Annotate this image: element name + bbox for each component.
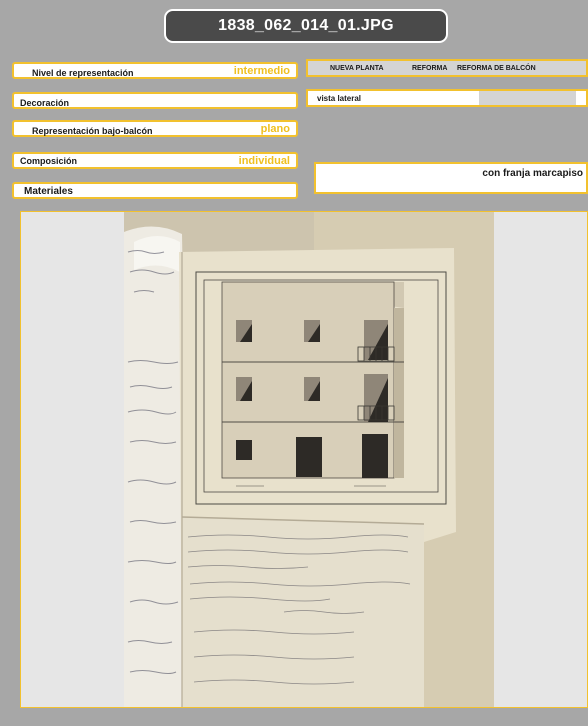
vista-field[interactable]: vista lateral	[306, 89, 588, 107]
franja-value: con franja marcapiso	[482, 168, 583, 179]
decoracion-field[interactable]: Decoración	[12, 92, 298, 109]
vista-value: vista lateral	[317, 94, 362, 103]
bajo-balcon-field[interactable]: Representación bajo-balcón plano	[12, 120, 298, 137]
nivel-representacion-value: intermedio	[233, 65, 290, 77]
composicion-label: Composición	[20, 156, 78, 166]
tab-reforma[interactable]: REFORMA	[412, 65, 447, 72]
facade-drawing	[124, 212, 494, 707]
composicion-field[interactable]: Composición individual	[12, 152, 298, 169]
franja-field[interactable]: con franja marcapiso	[314, 162, 588, 194]
filename-title: 1838_062_014_01.JPG	[164, 9, 448, 43]
tipo-obra-tabs: NUEVA PLANTA REFORMA REFORMA DE BALCÓN	[306, 59, 588, 77]
vista-end-box	[576, 91, 586, 105]
composicion-value: individual	[238, 155, 290, 167]
tab-nueva-planta[interactable]: NUEVA PLANTA	[330, 65, 384, 72]
nivel-representacion-label: Nivel de representación	[32, 68, 134, 78]
bajo-balcon-value: plano	[260, 123, 290, 135]
tab-reforma-balcon[interactable]: REFORMA DE BALCÓN	[457, 65, 536, 72]
materiales-label: Materiales	[24, 186, 73, 197]
decoracion-label: Decoración	[20, 98, 70, 108]
nivel-representacion-field[interactable]: Nivel de representación intermedio	[12, 62, 298, 79]
document-photo	[124, 212, 494, 707]
bajo-balcon-label: Representación bajo-balcón	[32, 126, 153, 136]
image-viewer[interactable]	[20, 211, 588, 708]
materiales-field[interactable]: Materiales	[12, 182, 298, 199]
